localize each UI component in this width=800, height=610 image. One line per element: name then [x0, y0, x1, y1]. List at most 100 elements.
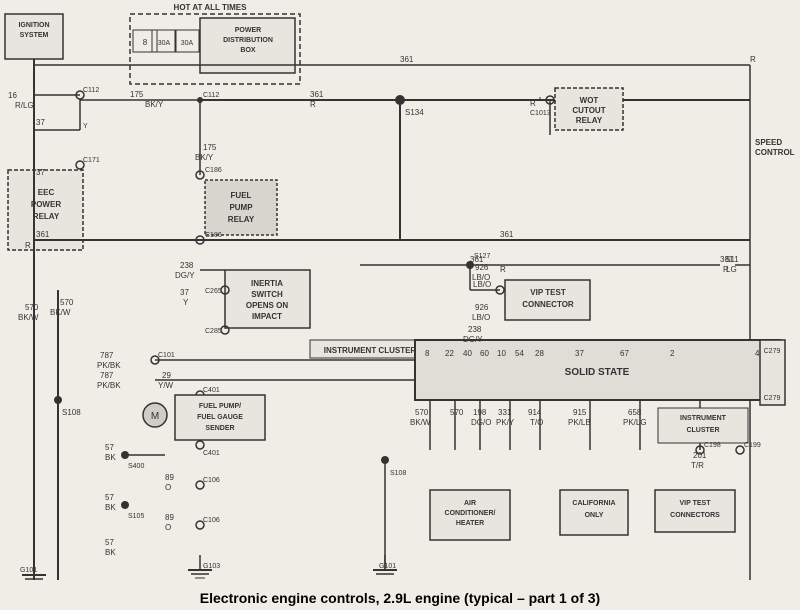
svg-text:VIP TEST: VIP TEST: [680, 500, 712, 507]
svg-text:CONTROL: CONTROL: [755, 148, 795, 157]
svg-text:G101: G101: [20, 567, 37, 574]
svg-text:PK/LB: PK/LB: [568, 418, 591, 427]
svg-text:LB/O: LB/O: [473, 280, 491, 289]
svg-text:R: R: [750, 55, 756, 64]
svg-text:C112: C112: [83, 87, 99, 94]
svg-text:POWER: POWER: [235, 27, 261, 34]
svg-text:8: 8: [425, 349, 430, 358]
svg-text:CALIFORNIA: CALIFORNIA: [572, 500, 615, 507]
svg-text:R: R: [25, 241, 31, 250]
svg-text:30A: 30A: [158, 40, 171, 47]
svg-text:S400: S400: [128, 463, 144, 470]
svg-text:INERTIA: INERTIA: [251, 279, 283, 288]
svg-text:T/R: T/R: [691, 461, 704, 470]
svg-text:SOLID STATE: SOLID STATE: [565, 367, 630, 378]
svg-text:89: 89: [165, 473, 174, 482]
svg-text:Y: Y: [183, 298, 189, 307]
svg-text:CONDITIONER/: CONDITIONER/: [445, 510, 496, 517]
svg-text:R: R: [310, 100, 316, 109]
svg-text:787: 787: [100, 351, 114, 360]
svg-text:HEATER: HEATER: [456, 520, 484, 527]
svg-text:OPENS ON: OPENS ON: [246, 301, 288, 310]
svg-text:SPEED: SPEED: [755, 138, 782, 147]
svg-text:PK/Y: PK/Y: [496, 418, 515, 427]
svg-text:C279: C279: [764, 395, 781, 402]
svg-text:DG/Y: DG/Y: [175, 271, 195, 280]
svg-text:238: 238: [180, 261, 194, 270]
svg-text:INSTRUMENT CLUSTER: INSTRUMENT CLUSTER: [324, 346, 417, 355]
svg-text:BK/Y: BK/Y: [195, 153, 214, 162]
svg-text:CUTOUT: CUTOUT: [572, 106, 605, 115]
svg-text:331: 331: [498, 408, 512, 417]
svg-text:S127: S127: [474, 253, 490, 260]
svg-text:WOT: WOT: [580, 96, 599, 105]
svg-text:M: M: [151, 411, 159, 422]
svg-text:LB/O: LB/O: [472, 313, 490, 322]
svg-text:67: 67: [620, 349, 629, 358]
svg-text:BK: BK: [105, 548, 116, 557]
svg-text:RELAY: RELAY: [33, 212, 60, 221]
svg-text:S105: S105: [128, 513, 144, 520]
svg-text:O: O: [165, 523, 171, 532]
svg-text:R/LG: R/LG: [15, 101, 34, 110]
diagram-caption: Electronic engine controls, 2.9L engine …: [0, 590, 800, 606]
svg-text:PUMP: PUMP: [229, 203, 253, 212]
svg-text:57: 57: [105, 443, 114, 452]
svg-text:C171: C171: [83, 157, 100, 164]
svg-text:37: 37: [36, 118, 45, 127]
svg-text:914: 914: [528, 408, 542, 417]
svg-text:R: R: [530, 99, 536, 108]
svg-text:8: 8: [143, 38, 148, 47]
svg-text:T/O: T/O: [530, 418, 543, 427]
svg-text:381: 381: [720, 255, 734, 264]
svg-text:C106: C106: [203, 517, 220, 524]
svg-text:CLUSTER: CLUSTER: [686, 427, 719, 434]
svg-text:PK/LG: PK/LG: [623, 418, 647, 427]
svg-text:R: R: [723, 265, 729, 274]
svg-text:C199: C199: [744, 442, 761, 449]
svg-text:S108: S108: [390, 470, 406, 477]
svg-text:S108: S108: [62, 408, 81, 417]
svg-text:915: 915: [573, 408, 587, 417]
svg-text:SENDER: SENDER: [205, 425, 234, 432]
svg-text:G101: G101: [379, 563, 396, 570]
svg-text:C401: C401: [203, 387, 220, 394]
svg-text:570: 570: [60, 298, 74, 307]
svg-text:787: 787: [100, 371, 114, 380]
svg-text:57: 57: [105, 493, 114, 502]
svg-text:RELAY: RELAY: [228, 215, 255, 224]
svg-text:IMPACT: IMPACT: [252, 312, 282, 321]
svg-text:DG/O: DG/O: [471, 418, 491, 427]
svg-text:361: 361: [36, 230, 50, 239]
svg-text:54: 54: [515, 349, 524, 358]
svg-text:FUEL GAUGE: FUEL GAUGE: [197, 414, 243, 421]
svg-text:EEC: EEC: [38, 188, 55, 197]
svg-text:28: 28: [535, 349, 544, 358]
svg-text:37: 37: [575, 349, 584, 358]
svg-text:AIR: AIR: [464, 500, 476, 507]
svg-text:C112: C112: [203, 92, 219, 99]
svg-text:C186: C186: [205, 167, 222, 174]
svg-text:60: 60: [480, 349, 489, 358]
svg-text:C1013: C1013: [530, 110, 551, 117]
svg-text:SWITCH: SWITCH: [251, 290, 283, 299]
svg-text:R: R: [500, 265, 506, 274]
svg-text:658: 658: [628, 408, 642, 417]
svg-text:361: 361: [310, 90, 324, 99]
svg-text:BK/W: BK/W: [18, 313, 39, 322]
svg-text:175: 175: [203, 143, 217, 152]
svg-text:C279: C279: [764, 348, 781, 355]
svg-text:RELAY: RELAY: [576, 116, 603, 125]
svg-text:FUEL PUMP/: FUEL PUMP/: [199, 403, 241, 410]
svg-text:16: 16: [8, 91, 17, 100]
svg-text:89: 89: [165, 513, 174, 522]
svg-text:C106: C106: [203, 477, 220, 484]
svg-text:570: 570: [25, 303, 39, 312]
svg-text:29: 29: [162, 371, 171, 380]
svg-text:PK/BK: PK/BK: [97, 381, 121, 390]
svg-text:CONNECTORS: CONNECTORS: [670, 512, 720, 519]
svg-text:198: 198: [473, 408, 487, 417]
svg-text:O: O: [165, 483, 171, 492]
svg-text:570: 570: [415, 408, 429, 417]
svg-text:C265: C265: [205, 288, 222, 295]
